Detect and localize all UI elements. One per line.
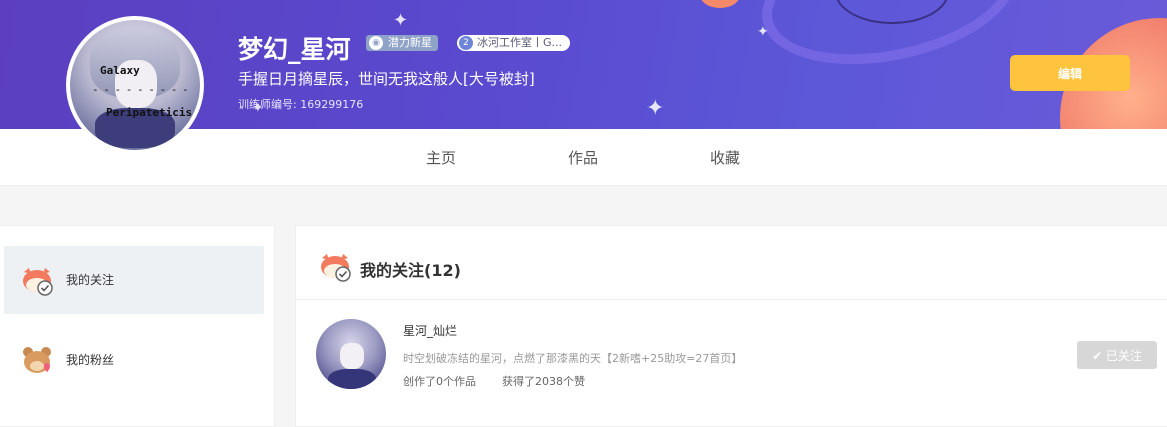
- following-panel: 我的关注(12) 星河_灿烂 时空划破冻结的星河，点燃了那漆黑的天【2新嗜+25…: [295, 225, 1167, 427]
- avatar[interactable]: [316, 319, 386, 389]
- profile-motto: 手握日月摘星辰，世间无我这般人[大号被封]: [238, 70, 535, 88]
- sidebar-item-following[interactable]: 我的关注: [4, 246, 264, 314]
- sidebar: 我的关注 我的粉丝: [0, 225, 275, 427]
- trainer-id: 训练师编号: 169299176: [238, 98, 364, 111]
- cat-following-icon: [321, 254, 351, 282]
- edit-profile-button[interactable]: 编辑: [1010, 55, 1130, 91]
- sidebar-item-label: 我的关注: [66, 273, 115, 287]
- avatar-text: Peripateticis: [106, 106, 193, 119]
- orb-decoration: [700, 0, 740, 8]
- list-item: 星河_灿烂 时空划破冻结的星河，点燃了那漆黑的天【2新嗜+25助攻=27首页】 …: [296, 300, 1167, 400]
- studio-level-icon: 2: [459, 36, 473, 50]
- sparkle-icon: ✦: [393, 10, 409, 31]
- tab-favorites[interactable]: 收藏: [710, 129, 740, 185]
- user-stats: 创作了0个作品 获得了2038个赞: [403, 373, 585, 389]
- user-name-link[interactable]: 星河_灿烂: [403, 322, 457, 339]
- potential-star-badge[interactable]: ◉ 潜力新星: [366, 35, 438, 51]
- panel-header: 我的关注(12): [296, 226, 1167, 300]
- tab-works[interactable]: 作品: [568, 129, 598, 185]
- followed-button[interactable]: ✔ 已关注: [1077, 341, 1157, 369]
- works-count: 创作了0个作品: [403, 375, 476, 388]
- medal-icon: ◉: [369, 36, 383, 50]
- cat-following-icon: [23, 268, 53, 296]
- badge-label: 冰河工作室丨G...: [477, 36, 563, 49]
- sidebar-item-label: 我的粉丝: [66, 353, 115, 367]
- sidebar-item-fans[interactable]: 我的粉丝: [4, 326, 264, 394]
- badge-label: 潜力新星: [388, 36, 432, 49]
- avatar[interactable]: Galaxy - - - - - - - - - Peripateticis: [66, 16, 204, 154]
- tab-home[interactable]: 主页: [426, 129, 456, 185]
- studio-badge[interactable]: 2 冰河工作室丨G...: [457, 35, 571, 51]
- page-title: 我的关注(12): [360, 261, 461, 280]
- bear-fans-icon: [23, 347, 51, 373]
- sparkle-icon: ✦: [757, 24, 769, 40]
- avatar-text: Galaxy: [100, 64, 140, 77]
- user-bio: 时空划破冻结的星河，点燃了那漆黑的天【2新嗜+25助攻=27首页】: [403, 352, 743, 365]
- avatar-text: - - - - - - - - -: [92, 83, 189, 96]
- sparkle-icon: ✦: [646, 96, 665, 121]
- username: 梦幻_星河: [238, 35, 351, 64]
- likes-count: 获得了2038个赞: [502, 375, 585, 388]
